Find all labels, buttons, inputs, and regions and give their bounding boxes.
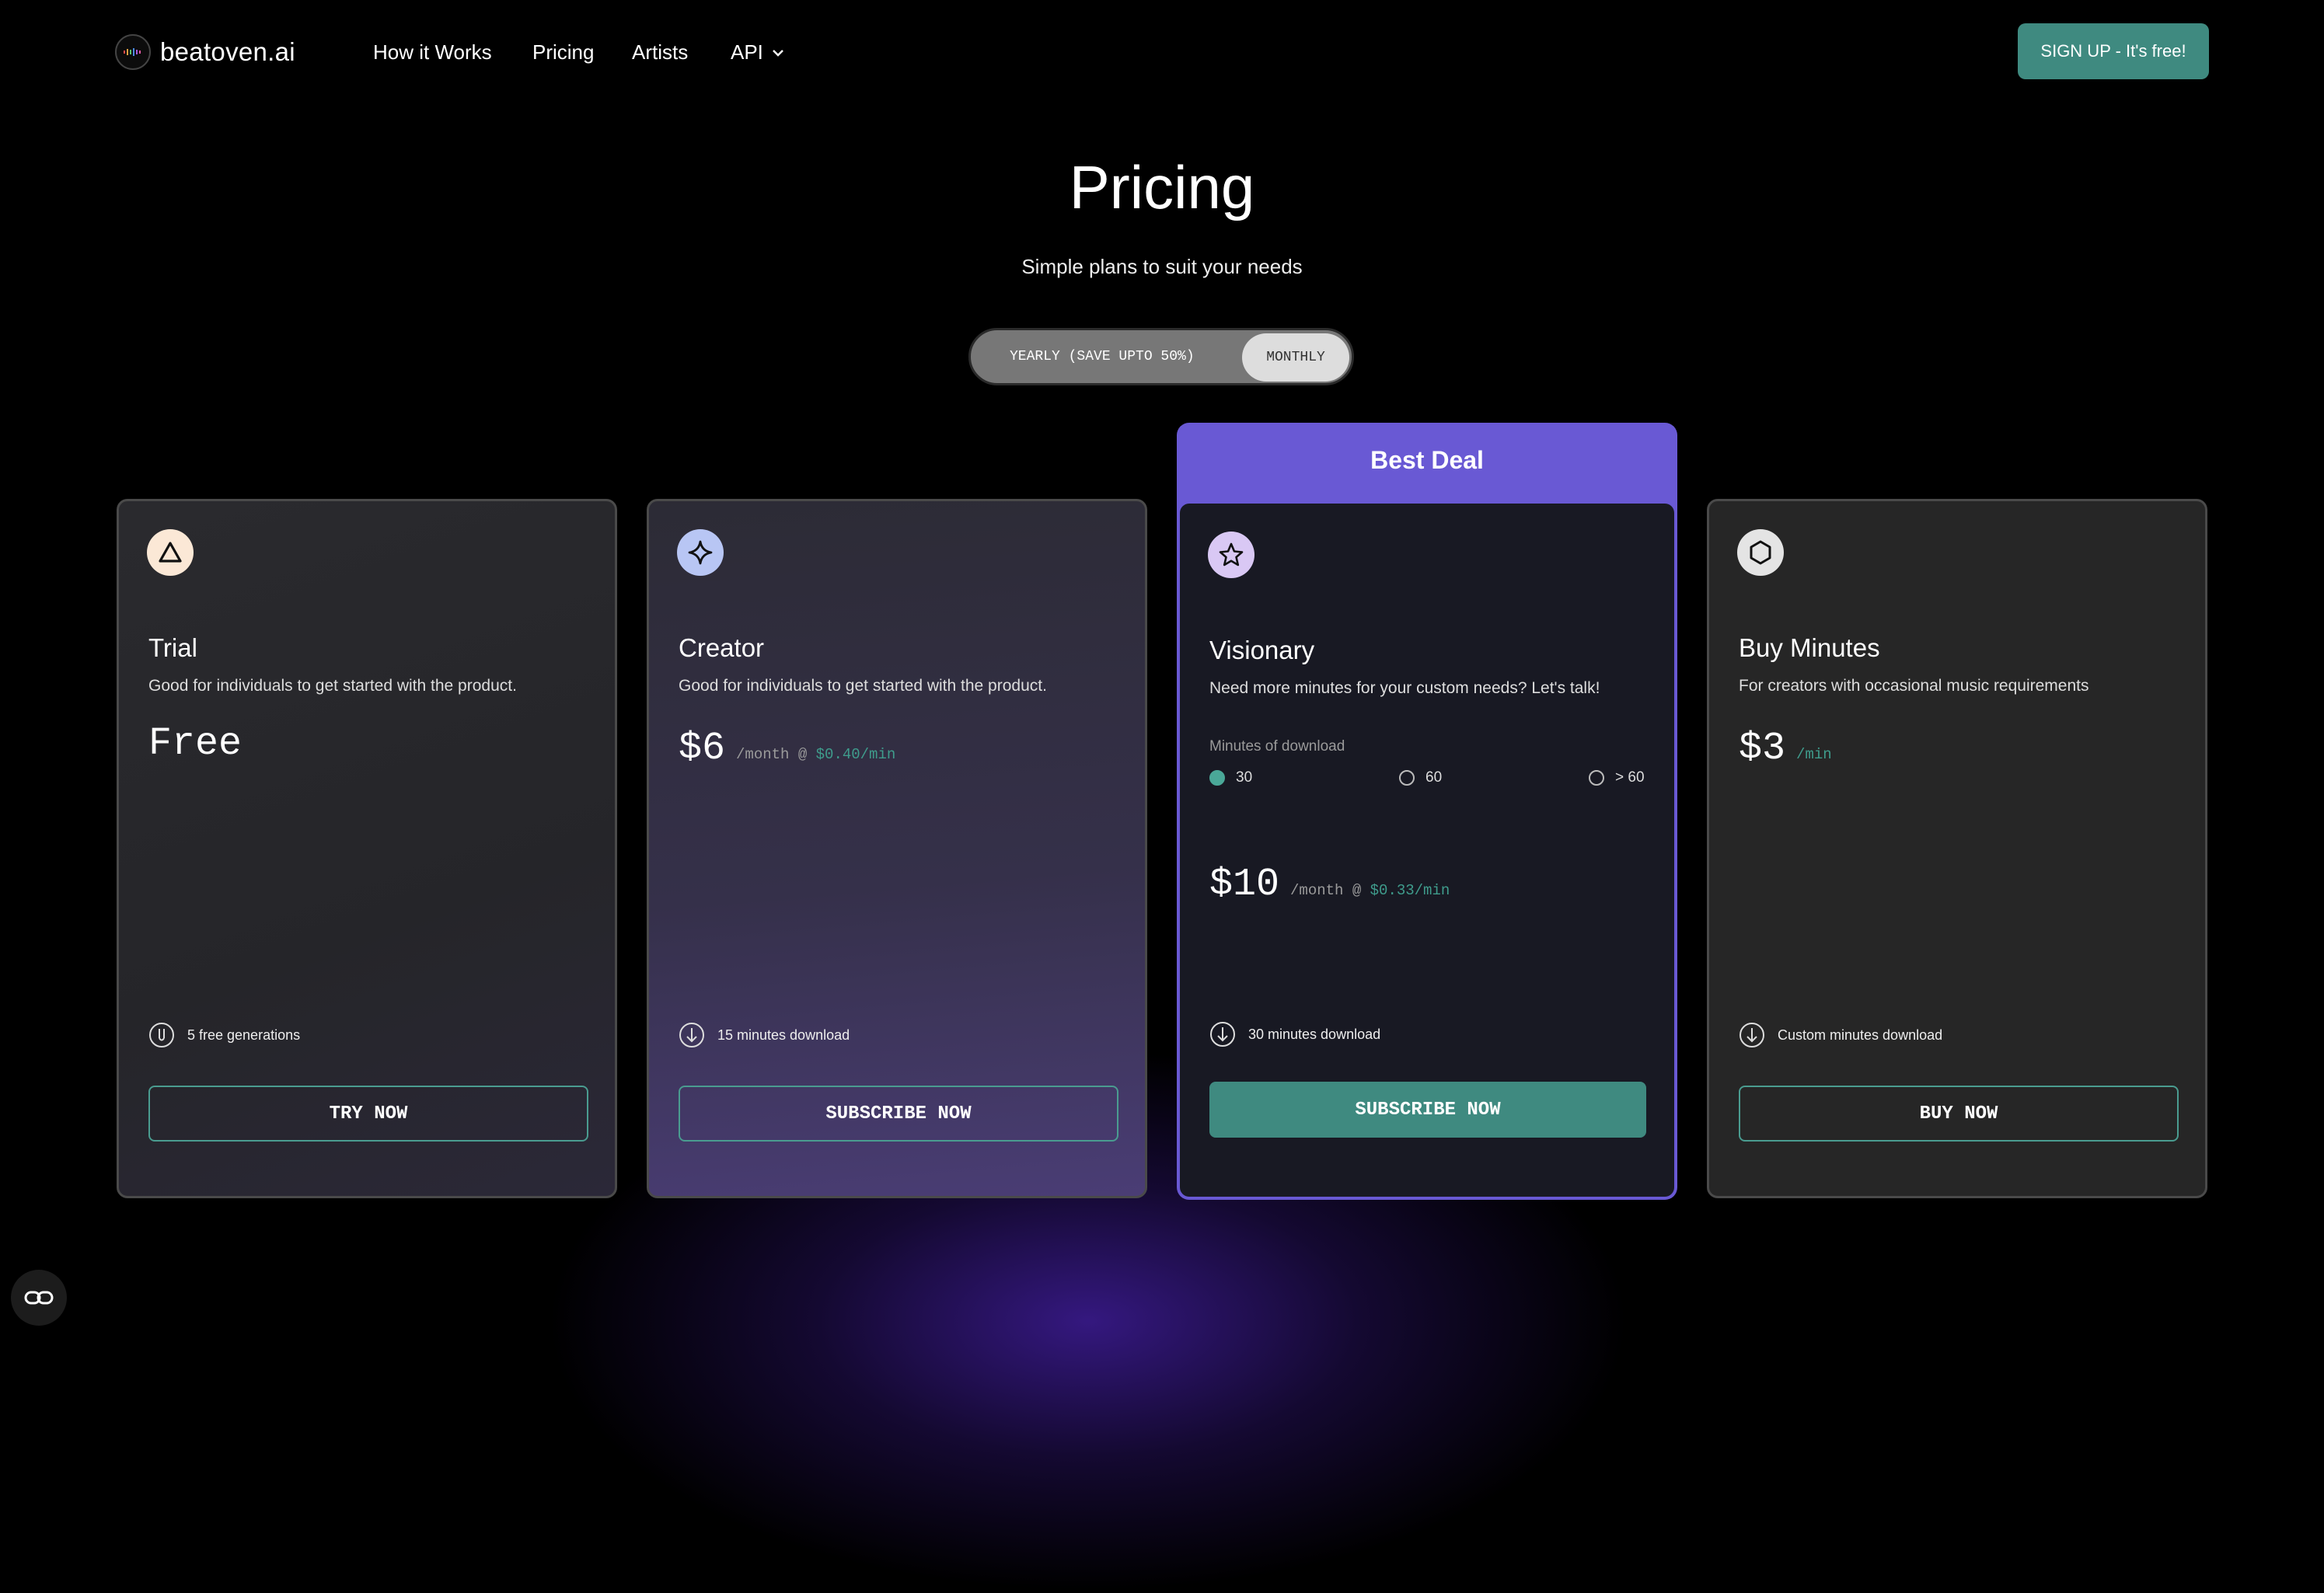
sparkle-icon xyxy=(677,529,724,576)
triangle-icon xyxy=(147,529,194,576)
plan-card-visionary: Visionary Need more minutes for your cus… xyxy=(1180,504,1674,1197)
plan-name: Buy Minutes xyxy=(1739,633,1880,662)
minutes-option-label: 60 xyxy=(1425,769,1443,786)
minutes-option-60[interactable]: 60 xyxy=(1399,769,1442,786)
plan-card-trial: Trial Good for individuals to get starte… xyxy=(117,499,617,1198)
price-rate: /min xyxy=(1796,746,1832,763)
plan-feature: 30 minutes download xyxy=(1209,1021,1380,1047)
subscribe-now-button[interactable]: SUBSCRIBE NOW xyxy=(1209,1082,1646,1138)
page-title: Pricing xyxy=(1069,153,1255,221)
chevron-down-icon xyxy=(773,49,783,57)
chat-widget-button[interactable] xyxy=(11,1270,67,1326)
plan-card-buy-minutes: Buy Minutes For creators with occasional… xyxy=(1707,499,2207,1198)
price-amount: $3 xyxy=(1739,727,1786,771)
minutes-option-label: > 60 xyxy=(1615,769,1645,786)
plan-price: Free xyxy=(148,722,243,766)
price-period: /month @ xyxy=(736,746,808,763)
logo-text: beatoven.ai xyxy=(160,37,295,66)
plan-description: For creators with occasional music requi… xyxy=(1739,677,2089,695)
page-subtitle: Simple plans to suit your needs xyxy=(1021,255,1303,278)
minutes-label: Minutes of download xyxy=(1209,738,1345,755)
plan-feature: 15 minutes download xyxy=(679,1022,850,1048)
download-icon xyxy=(1740,1023,1764,1047)
plan-feature-text: 15 minutes download xyxy=(717,1027,850,1043)
price-amount: $6 xyxy=(679,727,726,771)
radio-dot xyxy=(1589,770,1604,786)
price-amount: $10 xyxy=(1209,863,1280,907)
plan-price: $3 /min xyxy=(1739,727,1832,771)
plan-feature: Custom minutes download xyxy=(1739,1022,1942,1048)
price-period: /month @ xyxy=(1290,882,1362,899)
plan-description: Good for individuals to get started with… xyxy=(679,677,1047,695)
nav-how-it-works[interactable]: How it Works xyxy=(373,40,492,64)
logo-icon xyxy=(115,34,151,70)
plan-feature: 5 free generations xyxy=(148,1022,300,1048)
download-icon xyxy=(679,1023,704,1047)
logo[interactable]: beatoven.ai xyxy=(115,34,295,70)
minutes-option-over-60[interactable]: > 60 xyxy=(1589,769,1645,786)
plan-feature-text: 30 minutes download xyxy=(1248,1026,1381,1042)
plan-name: Trial xyxy=(148,633,197,662)
try-now-button[interactable]: TRY NOW xyxy=(148,1086,588,1142)
plan-name: Creator xyxy=(679,633,765,662)
plan-price: $10 /month @ $0.33/min xyxy=(1209,863,1450,907)
radio-dot xyxy=(1209,770,1225,786)
hexagon-icon xyxy=(1737,529,1784,576)
plan-name: Visionary xyxy=(1209,636,1315,664)
link-icon xyxy=(24,1291,54,1305)
minutes-option-30[interactable]: 30 xyxy=(1209,769,1252,786)
subscribe-now-button[interactable]: SUBSCRIBE NOW xyxy=(679,1086,1118,1142)
nav-api-label: API xyxy=(731,40,763,64)
nav-artists[interactable]: Artists xyxy=(632,40,688,64)
plan-feature-text: 5 free generations xyxy=(187,1027,301,1043)
toggle-yearly[interactable]: YEARLY (SAVE UPTO 50%) xyxy=(1010,330,1195,383)
toggle-monthly[interactable]: MONTHLY xyxy=(1242,333,1349,382)
radio-dot xyxy=(1399,770,1415,786)
plan-price: $6 /month @ $0.40/min xyxy=(679,727,895,771)
plan-card-creator: Creator Good for individuals to get star… xyxy=(647,499,1147,1198)
generations-icon xyxy=(149,1023,174,1047)
nav-api-dropdown[interactable]: API xyxy=(731,40,785,64)
buy-now-button[interactable]: BUY NOW xyxy=(1739,1086,2179,1142)
best-deal-badge: Best Deal xyxy=(1370,446,1484,474)
nav-pricing[interactable]: Pricing xyxy=(532,40,594,64)
signup-button[interactable]: SIGN UP - It's free! xyxy=(2018,23,2209,79)
download-icon xyxy=(1210,1022,1235,1047)
plan-description: Good for individuals to get started with… xyxy=(148,677,517,695)
plan-feature-text: Custom minutes download xyxy=(1778,1027,1943,1043)
plan-description: Need more minutes for your custom needs?… xyxy=(1209,679,1600,697)
star-icon xyxy=(1208,532,1254,578)
billing-toggle[interactable]: YEARLY (SAVE UPTO 50%) MONTHLY xyxy=(968,328,1354,385)
minutes-option-label: 30 xyxy=(1236,769,1253,786)
price-rate: $0.33/min xyxy=(1370,882,1450,899)
price-rate: $0.40/min xyxy=(815,746,896,763)
